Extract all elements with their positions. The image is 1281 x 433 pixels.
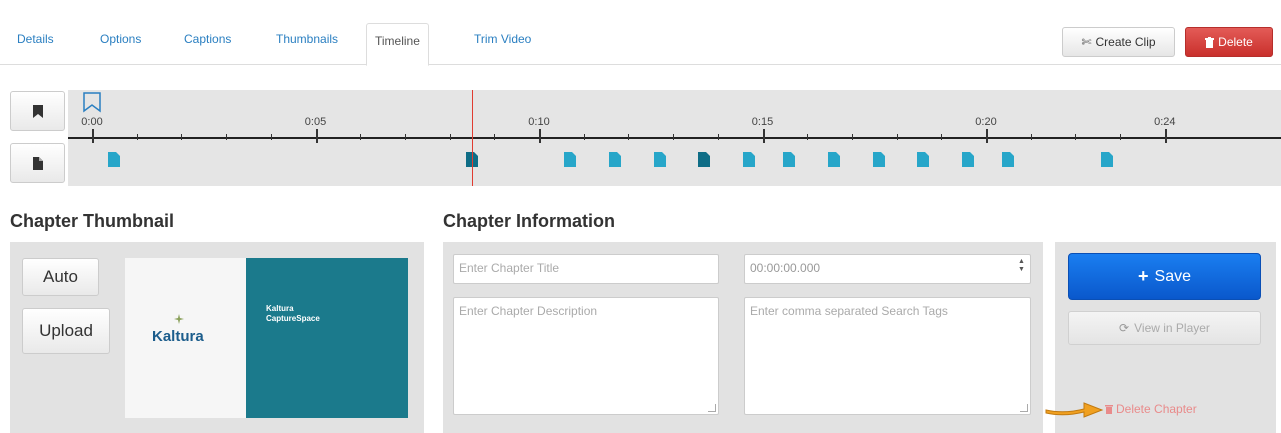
timeline-tick <box>1120 134 1122 140</box>
timeline-tick <box>986 129 988 143</box>
timeline-tick <box>1164 129 1167 143</box>
resize-grip-icon[interactable] <box>708 404 716 412</box>
chapter-marker-icon[interactable] <box>962 152 975 167</box>
chapter-marker-icon[interactable] <box>1100 152 1113 167</box>
chapter-marker-icon[interactable] <box>743 152 756 167</box>
chapter-marker-icon[interactable] <box>917 152 930 167</box>
spinner-up-icon[interactable]: ▲ <box>1017 258 1026 266</box>
trash-icon <box>1205 36 1215 48</box>
thumbnail-left-panel: Kaltura <box>125 258 246 418</box>
kaltura-logo-icon <box>174 314 184 324</box>
search-tags-placeholder: Enter comma separated Search Tags <box>750 304 948 318</box>
playhead[interactable] <box>471 90 473 186</box>
timeline-tick-label: 0:24 <box>1154 116 1176 128</box>
timeline-tick <box>628 134 630 140</box>
timeline-axis <box>68 137 1281 139</box>
scissors-icon: ✄ <box>1081 35 1092 49</box>
timeline-tick <box>270 134 272 140</box>
timeline-tick <box>583 134 585 140</box>
thumbnail-title: Kaltura CaptureSpace <box>266 304 320 324</box>
chapter-time-value: 00:00:00.000 <box>750 261 821 275</box>
chapter-marker-icon[interactable] <box>608 152 621 167</box>
timeline-tick-label: 0:10 <box>528 116 550 128</box>
chapter-thumbnail-title: Chapter Thumbnail <box>10 211 175 231</box>
thumbnail-title-line1: Kaltura <box>266 304 294 313</box>
bookmark-icon <box>32 104 43 118</box>
delete-label: Delete <box>1218 35 1253 49</box>
document-icon <box>32 156 43 170</box>
tab-details[interactable]: Details <box>17 32 54 46</box>
timeline-tick-label: 0:00 <box>81 116 103 128</box>
chapter-marker-icon[interactable] <box>872 152 885 167</box>
trash-icon <box>1105 405 1113 414</box>
auto-button[interactable]: Auto <box>22 258 99 296</box>
chapter-marker-icon[interactable] <box>1002 152 1015 167</box>
tab-trim-video[interactable]: Trim Video <box>474 32 531 46</box>
resize-grip-icon[interactable] <box>1020 404 1028 412</box>
thumbnail-title-line2: CaptureSpace <box>266 314 320 323</box>
chapter-description-placeholder: Enter Chapter Description <box>459 304 598 318</box>
create-clip-label: Create Clip <box>1095 35 1156 49</box>
add-bookmark-button[interactable] <box>10 91 65 131</box>
search-tags-input[interactable]: Enter comma separated Search Tags <box>744 297 1031 415</box>
chapter-marker-icon[interactable] <box>783 152 796 167</box>
timeline-tick <box>494 134 496 140</box>
refresh-icon: ⟳ <box>1119 321 1130 335</box>
timeline-tick <box>717 134 719 140</box>
timeline-tick <box>1075 134 1077 140</box>
timeline-tick <box>807 134 809 140</box>
timeline-tick <box>315 129 318 143</box>
tab-options[interactable]: Options <box>100 32 141 46</box>
plus-icon: + <box>1138 266 1149 286</box>
chapter-title-input[interactable]: Enter Chapter Title <box>453 254 719 284</box>
timeline-tick-label: 0:15 <box>751 116 774 128</box>
chapter-marker-icon[interactable] <box>828 152 841 167</box>
tab-thumbnails[interactable]: Thumbnails <box>276 32 338 46</box>
chapter-time-input[interactable]: 00:00:00.000 ▲ ▼ <box>744 254 1031 284</box>
timeline-tick <box>851 134 853 140</box>
chapter-marker-icon[interactable] <box>564 152 577 167</box>
timeline-tick <box>136 134 138 140</box>
timeline-tick-label: 0:20 <box>975 116 997 128</box>
add-chapter-button[interactable] <box>10 143 65 183</box>
delete-chapter-label: Delete Chapter <box>1116 402 1197 416</box>
save-button[interactable]: + Save <box>1068 253 1261 300</box>
time-spinner[interactable]: ▲ ▼ <box>1017 258 1026 276</box>
tab-timeline[interactable]: Timeline <box>366 23 429 66</box>
timeline-tick <box>181 134 183 140</box>
spinner-down-icon[interactable]: ▼ <box>1017 266 1026 274</box>
timeline-tick <box>92 129 94 143</box>
thumbnail-logo-text: Kaltura <box>152 328 204 345</box>
tab-captions[interactable]: Captions <box>184 32 231 46</box>
timeline-track[interactable]: 0:00 0:05 0:10 0:15 0:20 0:24 <box>68 90 1281 186</box>
arrow-right-icon <box>1045 402 1104 418</box>
chapter-marker-icon[interactable] <box>698 152 711 167</box>
timeline-tick <box>896 134 898 140</box>
thumbnail-right-panel: Kaltura CaptureSpace <box>246 258 408 418</box>
timeline-tick <box>539 129 541 143</box>
timeline-tick <box>449 134 451 140</box>
timeline-tick <box>673 134 675 140</box>
upload-button[interactable]: Upload <box>22 308 110 354</box>
delete-chapter-link[interactable]: Delete Chapter <box>1105 402 1197 416</box>
bookmark-marker-icon[interactable] <box>82 91 102 113</box>
timeline-tick <box>762 129 765 143</box>
timeline-tick <box>404 134 406 140</box>
delete-button[interactable]: Delete <box>1185 27 1273 57</box>
chapter-description-input[interactable]: Enter Chapter Description <box>453 297 719 415</box>
timeline-tick <box>226 134 228 140</box>
chapter-information-title: Chapter Information <box>443 211 616 231</box>
save-label: Save <box>1154 267 1191 285</box>
chapter-thumbnail-image: Kaltura Kaltura CaptureSpace <box>125 258 408 418</box>
view-in-player-button[interactable]: ⟳ View in Player <box>1068 311 1261 345</box>
chapter-marker-icon[interactable] <box>653 152 666 167</box>
chapter-marker-icon[interactable] <box>108 152 121 167</box>
timeline-tick <box>941 134 943 140</box>
timeline-tick-label: 0:05 <box>304 116 327 128</box>
timeline-tick <box>360 134 362 140</box>
create-clip-button[interactable]: ✄ Create Clip <box>1062 27 1175 57</box>
timeline-tick <box>1030 134 1032 140</box>
view-in-player-label: View in Player <box>1134 321 1210 335</box>
